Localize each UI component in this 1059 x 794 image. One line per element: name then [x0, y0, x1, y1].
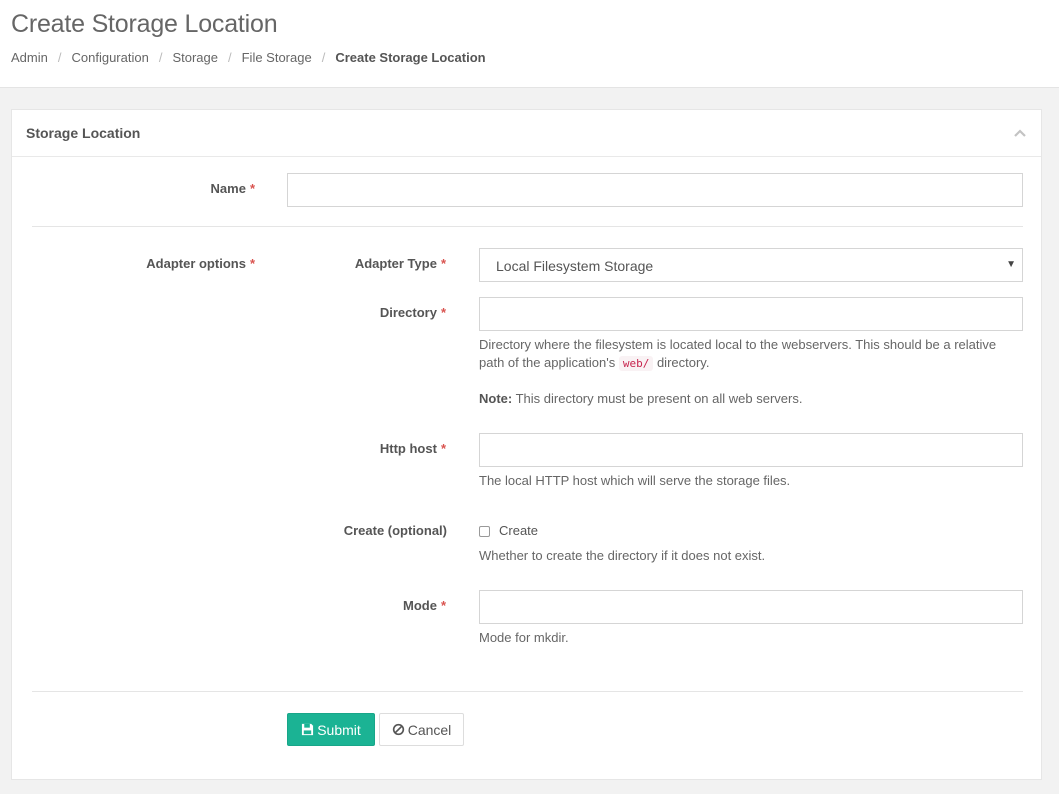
panel-header[interactable]: Storage Location: [12, 110, 1041, 157]
breadcrumb-item-admin[interactable]: Admin: [11, 50, 48, 65]
directory-note: Note: This directory must be present on …: [479, 391, 803, 406]
create-help: Whether to create the directory if it do…: [479, 548, 766, 563]
create-checkbox-label[interactable]: Create: [499, 523, 538, 538]
adapter-type-select[interactable]: Local Filesystem Storage ▼: [479, 248, 1023, 282]
breadcrumb-item-storage[interactable]: Storage: [172, 50, 218, 65]
panel-title: Storage Location: [26, 125, 141, 141]
divider: [32, 691, 1023, 692]
divider: [32, 226, 1023, 227]
submit-label: Submit: [317, 721, 361, 738]
cancel-label: Cancel: [407, 721, 452, 738]
ban-icon: [392, 723, 404, 736]
breadcrumb-current: Create Storage Location: [335, 50, 486, 65]
http-host-help: The local HTTP host which will serve the…: [479, 473, 791, 488]
mode-help: Mode for mkdir.: [479, 630, 569, 645]
breadcrumb-separator: /: [227, 50, 232, 65]
cancel-button[interactable]: Cancel: [379, 713, 464, 746]
http-host-input[interactable]: [479, 433, 1023, 467]
breadcrumb: Admin / Configuration / Storage / File Storage…: [11, 50, 486, 65]
adapter-type-value: Local Filesystem Storage: [496, 258, 654, 274]
required-marker: *: [249, 181, 255, 196]
save-icon: [302, 723, 314, 736]
breadcrumb-separator: /: [321, 50, 326, 65]
directory-help: Directory where the filesystem is locate…: [479, 337, 997, 371]
create-label: Create (optional): [343, 523, 447, 538]
directory-label: Directory *: [379, 305, 446, 320]
page-header: Create Storage Location Admin / Configurat…: [0, 0, 1059, 88]
mode-input[interactable]: [479, 590, 1023, 624]
code-snippet: web/: [618, 356, 654, 371]
breadcrumb-separator: /: [158, 50, 163, 65]
directory-input[interactable]: [479, 297, 1023, 331]
submit-button[interactable]: Submit: [287, 713, 375, 746]
breadcrumb-item-configuration[interactable]: Configuration: [71, 50, 148, 65]
create-checkbox[interactable]: [479, 526, 490, 537]
adapter-type-label: Adapter Type *: [354, 256, 446, 271]
adapter-options-label: Adapter options *: [146, 256, 255, 271]
page-title: Create Storage Location: [11, 10, 278, 38]
http-host-label: Http host *: [379, 441, 446, 456]
breadcrumb-separator: /: [57, 50, 62, 65]
storage-location-panel: Storage Location Name * Adapter options * …: [11, 109, 1042, 780]
caret-down-icon: ▼: [1006, 259, 1016, 270]
chevron-up-icon[interactable]: [1013, 128, 1027, 138]
name-label: Name *: [210, 181, 255, 196]
name-input[interactable]: [287, 173, 1023, 207]
mode-label: Mode *: [402, 598, 446, 613]
breadcrumb-item-file-storage[interactable]: File Storage: [242, 50, 312, 65]
